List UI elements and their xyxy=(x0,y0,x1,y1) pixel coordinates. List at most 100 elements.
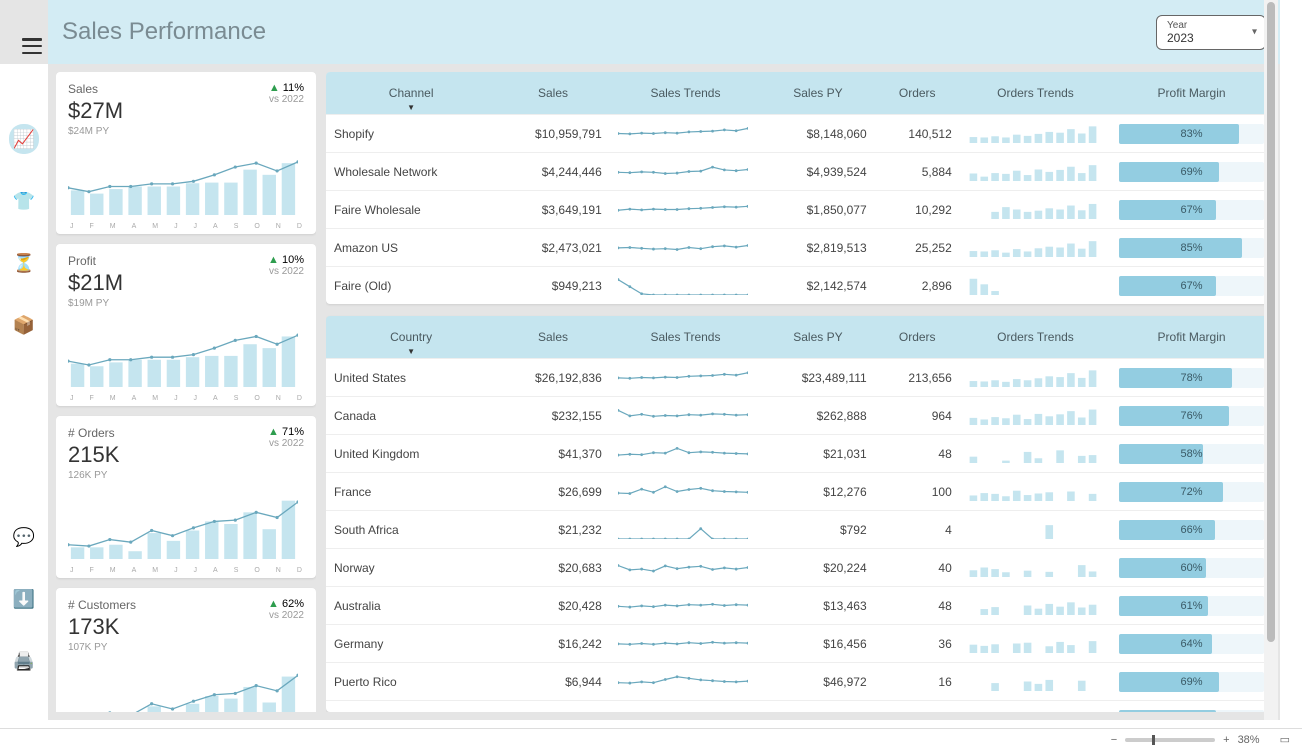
table-header[interactable]: Sales Trends xyxy=(610,316,761,359)
table-header[interactable]: Orders xyxy=(875,72,960,115)
row-name: South Africa xyxy=(326,511,496,549)
row-name: Norway xyxy=(326,549,496,587)
table-header[interactable]: Country▼ xyxy=(326,316,496,359)
nav-sales-icon[interactable]: 📈 xyxy=(9,124,39,154)
nav-download-icon[interactable]: ⬇️ xyxy=(9,584,39,614)
kpi-title: # Customers xyxy=(68,598,136,612)
row-orders: 40 xyxy=(875,549,960,587)
row-sales-py: $262,888 xyxy=(761,397,875,435)
kpi-py: $24M PY xyxy=(68,126,123,137)
profit-margin-bar: 67% xyxy=(1111,191,1272,229)
table-header[interactable]: Profit Margin xyxy=(1111,72,1272,115)
channel-table-card: Channel▼SalesSales TrendsSales PYOrdersO… xyxy=(326,72,1272,304)
row-name: Switzerland xyxy=(326,701,496,713)
footer: − + 38% ▭ xyxy=(0,728,1302,750)
row-sales: $232,155 xyxy=(496,397,610,435)
table-row[interactable]: Shopify $10,959,791 $8,148,060 140,512 8… xyxy=(326,115,1272,153)
table-header[interactable]: Sales Trends xyxy=(610,72,761,115)
kpi-title: # Orders xyxy=(68,426,119,440)
kpi-change: ▲ 10% vs 2022 xyxy=(268,254,304,277)
table-header[interactable]: Orders Trends xyxy=(960,72,1111,115)
channel-table: Channel▼SalesSales TrendsSales PYOrdersO… xyxy=(326,72,1272,304)
table-row[interactable]: Australia $20,428 $13,463 48 61% xyxy=(326,587,1272,625)
table-row[interactable]: Canada $232,155 $262,888 964 76% xyxy=(326,397,1272,435)
orders-trend-spark xyxy=(960,625,1111,663)
orders-trend-spark xyxy=(960,435,1111,473)
profit-margin-bar: 72% xyxy=(1111,473,1272,511)
profit-margin-bar: 60% xyxy=(1111,549,1272,587)
row-sales: $2,473,021 xyxy=(496,229,610,267)
sales-trend-spark xyxy=(610,267,761,305)
sales-trend-spark xyxy=(610,191,761,229)
zoom-slider[interactable] xyxy=(1125,738,1215,742)
zoom-in-button[interactable]: + xyxy=(1223,734,1229,746)
table-header[interactable]: Sales PY xyxy=(761,72,875,115)
row-sales-py: $792 xyxy=(761,511,875,549)
row-name: Shopify xyxy=(326,115,496,153)
table-header[interactable]: Sales xyxy=(496,316,610,359)
kpi-card[interactable]: # Orders 215K 126K PY ▲ 71% vs 2022 JFMA… xyxy=(56,416,316,578)
nav-reply-icon[interactable]: 💬 xyxy=(9,522,39,552)
nav-print-icon[interactable]: 🖨️ xyxy=(9,646,39,676)
table-row[interactable]: Switzerland $6,342 $510 12 67% xyxy=(326,701,1272,713)
row-orders: 16 xyxy=(875,663,960,701)
nav-shipping-icon[interactable]: 📦 xyxy=(9,310,39,340)
fit-page-icon[interactable]: ▭ xyxy=(1280,733,1290,746)
orders-trend-spark xyxy=(960,587,1111,625)
table-row[interactable]: Amazon US $2,473,021 $2,819,513 25,252 8… xyxy=(326,229,1272,267)
table-header[interactable]: Orders xyxy=(875,316,960,359)
row-sales: $949,213 xyxy=(496,267,610,305)
kpi-py: 107K PY xyxy=(68,642,136,653)
scrollbar[interactable] xyxy=(1264,0,1278,720)
table-header[interactable]: Sales xyxy=(496,72,610,115)
row-name: Australia xyxy=(326,587,496,625)
table-row[interactable]: Norway $20,683 $20,224 40 60% xyxy=(326,549,1272,587)
table-row[interactable]: South Africa $21,232 $792 4 66% xyxy=(326,511,1272,549)
table-row[interactable]: United Kingdom $41,370 $21,031 48 58% xyxy=(326,435,1272,473)
row-name: Canada xyxy=(326,397,496,435)
row-sales: $16,242 xyxy=(496,625,610,663)
table-row[interactable]: United States $26,192,836 $23,489,111 21… xyxy=(326,359,1272,397)
table-row[interactable]: Puerto Rico $6,944 $46,972 16 69% xyxy=(326,663,1272,701)
table-header[interactable]: Sales PY xyxy=(761,316,875,359)
kpi-card[interactable]: # Customers 173K 107K PY ▲ 62% vs 2022 J… xyxy=(56,588,316,712)
row-orders: 36 xyxy=(875,625,960,663)
kpi-sparkline xyxy=(68,315,304,395)
year-filter[interactable]: Year 2023 ▾ xyxy=(1156,15,1266,50)
header: Sales Performance Year 2023 ▾ xyxy=(48,0,1280,64)
table-row[interactable]: France $26,699 $12,276 100 72% xyxy=(326,473,1272,511)
nav-pending-icon[interactable]: ⏳ xyxy=(9,248,39,278)
table-row[interactable]: Wholesale Network $4,244,446 $4,939,524 … xyxy=(326,153,1272,191)
table-row[interactable]: Faire (Old) $949,213 $2,142,574 2,896 67… xyxy=(326,267,1272,305)
table-header[interactable]: Profit Margin xyxy=(1111,316,1272,359)
table-header[interactable]: Channel▼ xyxy=(326,72,496,115)
orders-trend-spark xyxy=(960,549,1111,587)
hamburger-menu[interactable] xyxy=(22,38,42,54)
row-name: Germany xyxy=(326,625,496,663)
sales-trend-spark xyxy=(610,359,761,397)
up-arrow-icon: ▲ xyxy=(269,82,280,94)
month-axis: JFMAMJJASOND xyxy=(68,395,304,402)
nav-apparel-icon[interactable]: 👕 xyxy=(9,186,39,216)
profit-margin-bar: 61% xyxy=(1111,587,1272,625)
profit-margin-bar: 67% xyxy=(1111,267,1272,305)
sales-trend-spark xyxy=(610,587,761,625)
month-axis: JFMAMJJASOND xyxy=(68,223,304,230)
row-name: Puerto Rico xyxy=(326,663,496,701)
row-orders: 964 xyxy=(875,397,960,435)
row-sales-py: $23,489,111 xyxy=(761,359,875,397)
sales-trend-spark xyxy=(610,473,761,511)
zoom-out-button[interactable]: − xyxy=(1111,734,1117,746)
kpi-card[interactable]: Profit $21M $19M PY ▲ 10% vs 2022 JFMAMJ… xyxy=(56,244,316,406)
kpi-card[interactable]: Sales $27M $24M PY ▲ 11% vs 2022 JFMAMJJ… xyxy=(56,72,316,234)
table-row[interactable]: Germany $16,242 $16,456 36 64% xyxy=(326,625,1272,663)
sales-trend-spark xyxy=(610,549,761,587)
profit-margin-bar: 69% xyxy=(1111,153,1272,191)
orders-trend-spark xyxy=(960,359,1111,397)
kpi-value: $27M xyxy=(68,98,123,124)
row-sales-py: $16,456 xyxy=(761,625,875,663)
table-row[interactable]: Faire Wholesale $3,649,191 $1,850,077 10… xyxy=(326,191,1272,229)
up-arrow-icon: ▲ xyxy=(268,598,279,610)
row-sales: $3,649,191 xyxy=(496,191,610,229)
table-header[interactable]: Orders Trends xyxy=(960,316,1111,359)
